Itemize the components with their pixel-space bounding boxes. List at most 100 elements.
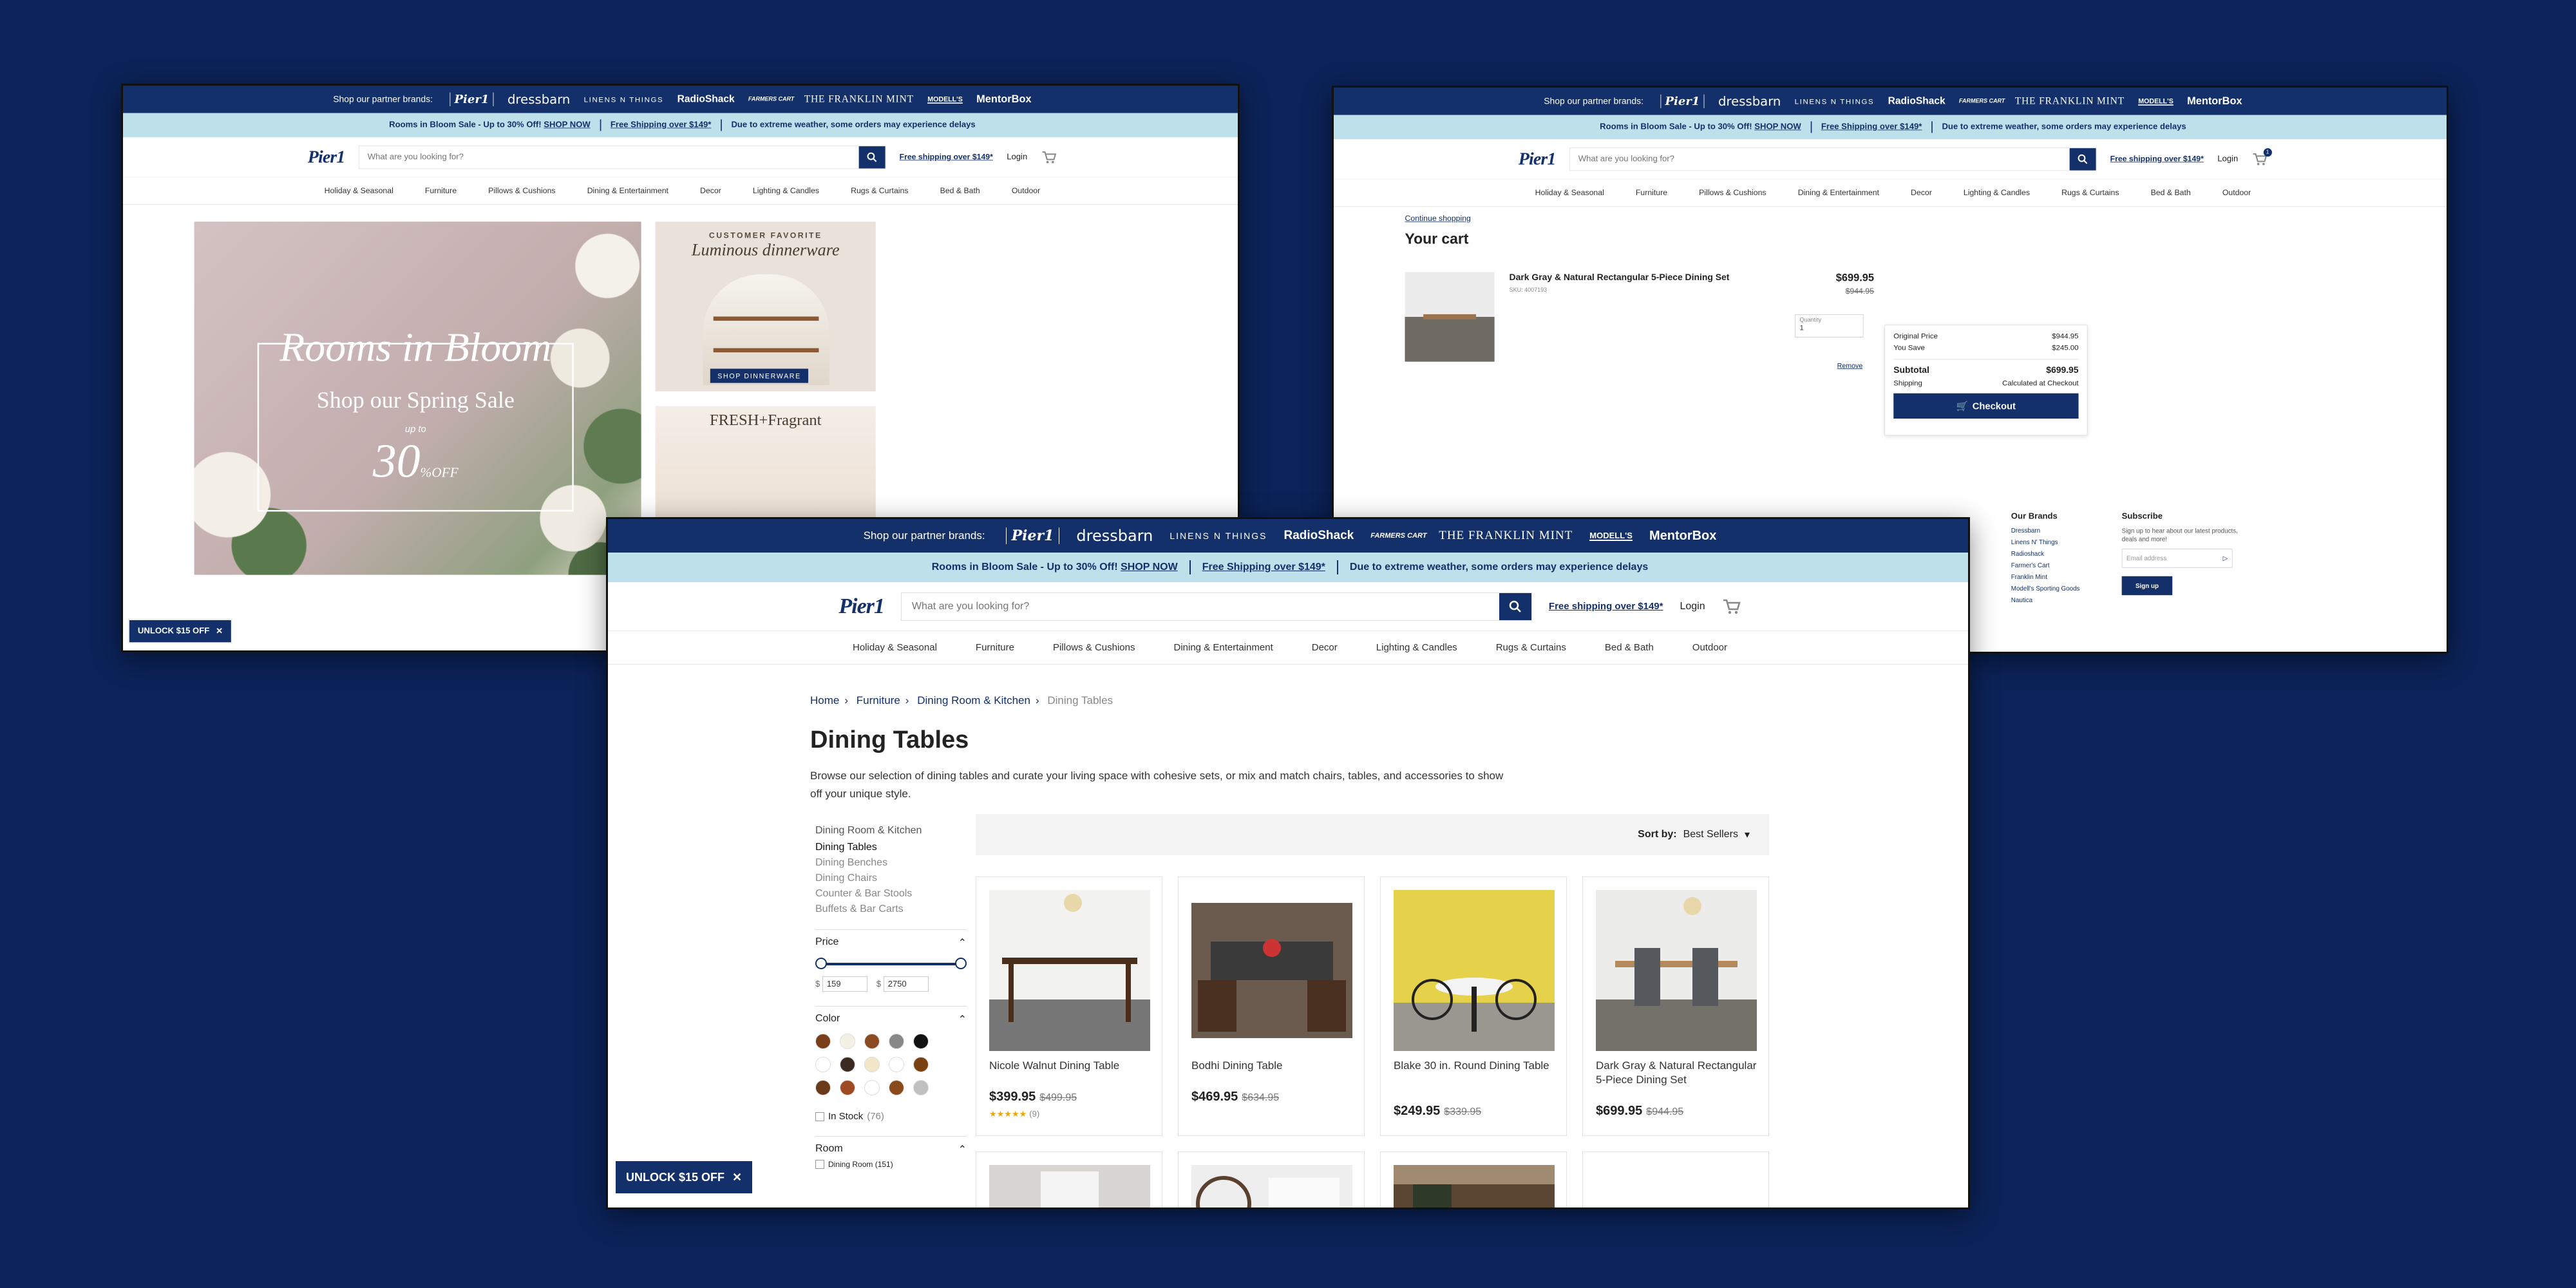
- subcategory-dining-tables[interactable]: Dining Tables: [815, 842, 967, 853]
- subcategory-buffets[interactable]: Buffets & Bar Carts: [815, 904, 967, 915]
- shop-now-link[interactable]: SHOP NOW: [544, 120, 591, 129]
- promo-shipping[interactable]: Free Shipping over $149*: [601, 120, 721, 130]
- color-swatch[interactable]: [864, 1080, 880, 1095]
- hero-banner[interactable]: Rooms in Bloom Shop our Spring Sale up t…: [194, 222, 641, 575]
- room-checkbox[interactable]: [815, 1160, 824, 1169]
- color-swatch[interactable]: [840, 1034, 855, 1049]
- footer-brand-link[interactable]: Dressbarn: [2011, 527, 2080, 534]
- brand-farmers-cart[interactable]: FARMERS CART: [748, 96, 794, 102]
- nav-decor[interactable]: Decor: [700, 186, 721, 195]
- color-facet-header[interactable]: Color ⌃: [815, 1006, 967, 1026]
- free-shipping-link[interactable]: Free shipping over $149*: [1549, 601, 1663, 612]
- nav-outdoor[interactable]: Outdoor: [1692, 642, 1727, 653]
- close-icon[interactable]: ✕: [732, 1171, 742, 1184]
- free-shipping-link[interactable]: Free shipping over $149*: [900, 153, 993, 162]
- breadcrumb-furniture[interactable]: Furniture: [857, 694, 900, 706]
- free-shipping-link[interactable]: Free shipping over $149*: [2110, 155, 2204, 164]
- slider-min-handle[interactable]: [815, 958, 827, 969]
- nav-decor[interactable]: Decor: [1312, 642, 1338, 653]
- continue-shopping-link[interactable]: Continue shopping: [1405, 214, 2406, 223]
- product-card[interactable]: Nicole Walnut Dining Table $399.95 $499.9…: [976, 876, 1162, 1136]
- brand-franklin-mint[interactable]: THE FRANKLIN MINT: [804, 93, 914, 105]
- footer-brand-link[interactable]: Radioshack: [2011, 550, 2080, 557]
- cart-icon[interactable]: 1: [2252, 147, 2272, 166]
- product-image[interactable]: [1596, 1165, 1757, 1209]
- color-swatch[interactable]: [815, 1080, 831, 1095]
- pier1-logo[interactable]: Pier1: [1519, 149, 1557, 169]
- brand-pier1[interactable]: Pier1: [1005, 527, 1060, 544]
- product-image[interactable]: [1394, 1165, 1555, 1209]
- product-name[interactable]: Blake 30 in. Round Dining Table: [1394, 1059, 1555, 1073]
- nav-holiday[interactable]: Holiday & Seasonal: [853, 642, 937, 653]
- price-min-input[interactable]: 159: [822, 976, 867, 992]
- nav-furniture[interactable]: Furniture: [976, 642, 1014, 653]
- shop-now-link[interactable]: SHOP NOW: [1121, 562, 1178, 573]
- nav-lighting[interactable]: Lighting & Candles: [1964, 188, 2030, 197]
- brand-radioshack[interactable]: RadioShack: [1888, 95, 1946, 107]
- product-card[interactable]: Dark Gray & Natural Rectangular 5-Piece …: [1582, 876, 1769, 1136]
- breadcrumb-home[interactable]: Home: [810, 694, 839, 706]
- product-image[interactable]: [989, 890, 1150, 1051]
- footer-brand-link[interactable]: Linens N' Things: [2011, 538, 2080, 545]
- breadcrumb-dining-room[interactable]: Dining Room & Kitchen: [917, 694, 1030, 706]
- nav-outdoor[interactable]: Outdoor: [2222, 188, 2251, 197]
- product-name[interactable]: Bodhi Dining Table: [1191, 1059, 1352, 1073]
- product-thumbnail[interactable]: [1405, 272, 1495, 362]
- nav-furniture[interactable]: Furniture: [425, 186, 457, 195]
- promo-shipping[interactable]: Free Shipping over $149*: [1812, 122, 1931, 132]
- unlock-offer-button[interactable]: UNLOCK $15 OFF ✕: [128, 619, 232, 643]
- promo-shipping[interactable]: Free Shipping over $149*: [1191, 562, 1337, 573]
- brand-dressbarn[interactable]: dressbarn: [507, 92, 570, 107]
- cart-icon[interactable]: [1722, 598, 1741, 615]
- brand-mentorbox[interactable]: MentorBox: [1649, 529, 1716, 544]
- caret-down-icon[interactable]: ▾: [1745, 828, 1750, 841]
- rating-stars[interactable]: ★★★★★ (9): [989, 1109, 1039, 1119]
- color-swatch[interactable]: [864, 1034, 880, 1049]
- price-slider[interactable]: [815, 957, 967, 970]
- brand-pier1[interactable]: Pier1: [450, 92, 494, 106]
- login-link[interactable]: Login: [1680, 601, 1705, 612]
- nav-dining[interactable]: Dining & Entertainment: [1174, 642, 1273, 653]
- product-image[interactable]: [1191, 1165, 1352, 1209]
- pier1-logo[interactable]: Pier1: [308, 147, 346, 167]
- product-name[interactable]: Nicole Walnut Dining Table: [989, 1059, 1150, 1073]
- dinnerware-promo[interactable]: CUSTOMER FAVORITE Luminous dinnerware SH…: [655, 222, 876, 392]
- product-card[interactable]: [1178, 1151, 1365, 1209]
- search-input[interactable]: [359, 146, 859, 169]
- unlock-offer-button[interactable]: UNLOCK $15 OFF ✕: [614, 1160, 754, 1195]
- brand-dressbarn[interactable]: dressbarn: [1076, 527, 1153, 545]
- brand-mentorbox[interactable]: MentorBox: [976, 93, 1031, 106]
- product-image[interactable]: [989, 1165, 1150, 1209]
- subcategory-dining-benches[interactable]: Dining Benches: [815, 857, 967, 869]
- nav-pillows[interactable]: Pillows & Cushions: [1053, 642, 1135, 653]
- brand-modells[interactable]: MODELL'S: [927, 95, 963, 104]
- search-input[interactable]: [1569, 147, 2070, 171]
- brand-farmers-cart[interactable]: FARMERS CART: [1370, 532, 1426, 540]
- nav-holiday[interactable]: Holiday & Seasonal: [1535, 188, 1604, 197]
- product-card[interactable]: Bodhi Dining Table $469.95 $634.95: [1178, 876, 1365, 1136]
- brand-franklin-mint[interactable]: THE FRANKLIN MINT: [1439, 529, 1573, 543]
- nav-holiday[interactable]: Holiday & Seasonal: [325, 186, 393, 195]
- color-swatch[interactable]: [889, 1080, 904, 1095]
- brand-pier1[interactable]: Pier1: [1660, 94, 1705, 108]
- instock-filter[interactable]: In Stock (76): [815, 1111, 967, 1122]
- footer-brand-link[interactable]: Nautica: [2011, 596, 2080, 603]
- email-field[interactable]: Email address ▷: [2121, 549, 2233, 568]
- color-swatch[interactable]: [840, 1080, 855, 1095]
- color-swatch[interactable]: [840, 1057, 855, 1072]
- brand-dressbarn[interactable]: dressbarn: [1718, 94, 1781, 109]
- brand-linens[interactable]: LINENS N THINGS: [584, 95, 664, 104]
- product-image[interactable]: [1596, 890, 1757, 1051]
- signup-button[interactable]: Sign up: [2121, 576, 2173, 596]
- product-image[interactable]: [1394, 890, 1555, 1051]
- remove-link[interactable]: Remove: [1837, 362, 1863, 370]
- footer-brand-link[interactable]: Farmer's Cart: [2011, 562, 2080, 569]
- brand-farmers-cart[interactable]: FARMERS CART: [1959, 98, 2005, 104]
- login-link[interactable]: Login: [2217, 155, 2238, 164]
- product-card[interactable]: [1582, 1151, 1769, 1209]
- footer-brand-link[interactable]: Modell's Sporting Goods: [2011, 585, 2080, 592]
- brand-franklin-mint[interactable]: THE FRANKLIN MINT: [2015, 95, 2125, 107]
- instock-checkbox[interactable]: [815, 1112, 824, 1121]
- nav-bed-bath[interactable]: Bed & Bath: [940, 186, 980, 195]
- nav-pillows[interactable]: Pillows & Cushions: [1699, 188, 1766, 197]
